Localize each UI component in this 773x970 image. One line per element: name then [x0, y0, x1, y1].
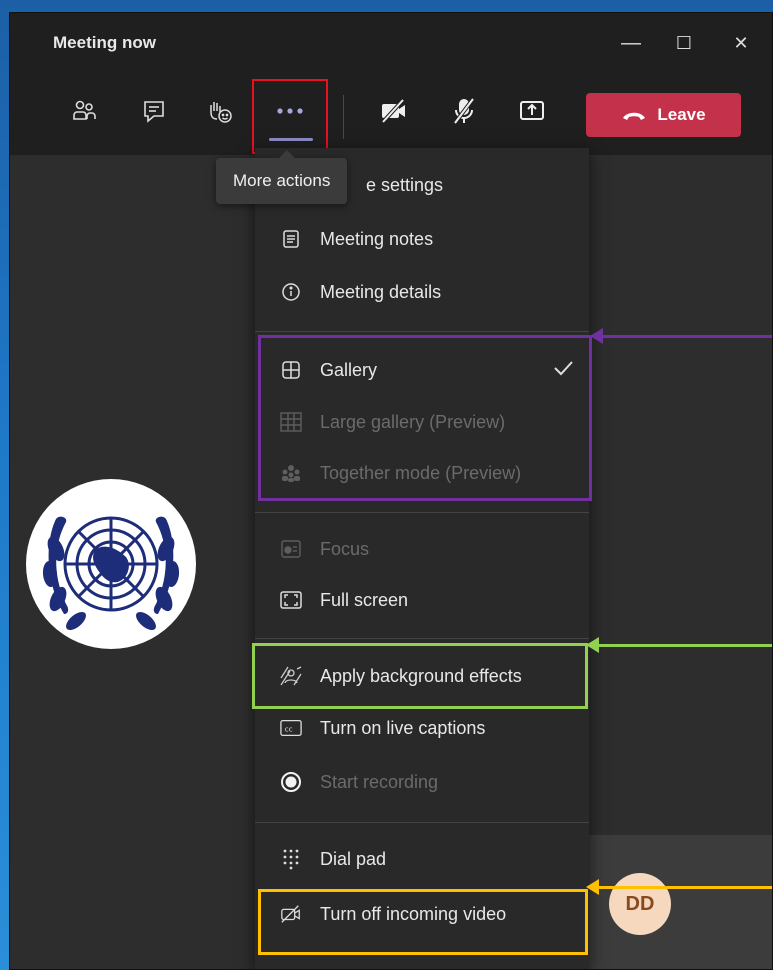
- menu-item-label: Start recording: [320, 771, 439, 792]
- chat-icon: [144, 101, 164, 123]
- info-icon: [280, 281, 302, 303]
- menu-item-label: Dial pad: [320, 848, 387, 869]
- more-actions-menu: e settings Meeting notes Meeting details…: [255, 148, 589, 969]
- arrowhead: [590, 328, 603, 344]
- menu-item-live-captions[interactable]: cc Turn on live captions: [255, 705, 589, 751]
- raise-hand-button[interactable]: [202, 93, 238, 129]
- title-bar: Meeting now — ☐ ✕: [10, 13, 772, 73]
- maximize-button[interactable]: ☐: [670, 27, 698, 59]
- dialpad-icon: [280, 848, 302, 870]
- menu-item-label: e settings: [366, 174, 444, 195]
- arrowhead: [586, 879, 599, 895]
- green-annotation-arrow: [586, 637, 772, 653]
- participants-icon: [73, 100, 96, 120]
- leave-label: Leave: [657, 105, 706, 124]
- menu-item-label: Focus: [320, 538, 370, 559]
- menu-item-label: Meeting details: [320, 281, 442, 302]
- more-actions-tooltip: More actions: [216, 150, 348, 204]
- raise-hand-reaction-icon: [210, 102, 232, 123]
- purple-annotation-arrow: [590, 328, 772, 344]
- fullscreen-icon: [280, 589, 302, 611]
- svg-text:cc: cc: [285, 725, 293, 734]
- more-actions-highlight-box: [252, 79, 328, 154]
- window-title: Meeting now: [53, 33, 156, 52]
- meeting-toolbar: Leave: [10, 73, 772, 155]
- close-button[interactable]: ✕: [727, 27, 755, 59]
- participants-button[interactable]: [66, 93, 102, 129]
- yellow-annotation-arrow: [586, 879, 772, 895]
- menu-item-label: Full screen: [320, 589, 409, 610]
- menu-item-meeting-notes[interactable]: Meeting notes: [255, 216, 589, 262]
- menu-item-focus: Focus: [255, 526, 589, 572]
- un-emblem-avatar: [26, 479, 196, 649]
- menu-item-dial-pad[interactable]: Dial pad: [255, 836, 589, 882]
- background-effects-highlight-box: [252, 643, 588, 709]
- captions-icon: cc: [280, 717, 302, 739]
- participant-avatar: DD: [609, 873, 671, 935]
- menu-item-start-recording: Start recording: [255, 759, 589, 805]
- arrowhead: [586, 637, 599, 653]
- menu-divider: [255, 331, 589, 332]
- menu-item-label: Meeting notes: [320, 228, 434, 249]
- notes-icon: [280, 228, 302, 250]
- record-icon: [280, 771, 302, 793]
- share-screen-icon: [520, 101, 544, 120]
- share-content-button[interactable]: [514, 93, 550, 129]
- camera-off-icon: [381, 98, 405, 124]
- gallery-options-highlight-box: [258, 335, 592, 501]
- un-emblem-icon: [42, 516, 180, 630]
- menu-divider: [255, 512, 589, 513]
- menu-divider: [255, 822, 589, 823]
- hang-up-phone-icon: [623, 112, 646, 120]
- menu-item-meeting-details[interactable]: Meeting details: [255, 269, 589, 315]
- menu-item-label: Turn on live captions: [320, 717, 486, 738]
- toolbar-divider: [343, 95, 344, 139]
- microphone-off-icon: [453, 97, 475, 125]
- incoming-video-highlight-box: [258, 889, 588, 955]
- camera-toggle-button[interactable]: [376, 93, 412, 129]
- chat-button[interactable]: [136, 93, 172, 129]
- minimize-button[interactable]: —: [617, 27, 645, 59]
- microphone-toggle-button[interactable]: [446, 93, 482, 129]
- teams-meeting-window: Meeting now — ☐ ✕ Leave DD e settings Me…: [9, 12, 773, 970]
- leave-button[interactable]: Leave: [586, 93, 741, 137]
- menu-divider: [255, 638, 589, 639]
- menu-item-full-screen[interactable]: Full screen: [255, 577, 589, 623]
- focus-icon: [280, 538, 302, 560]
